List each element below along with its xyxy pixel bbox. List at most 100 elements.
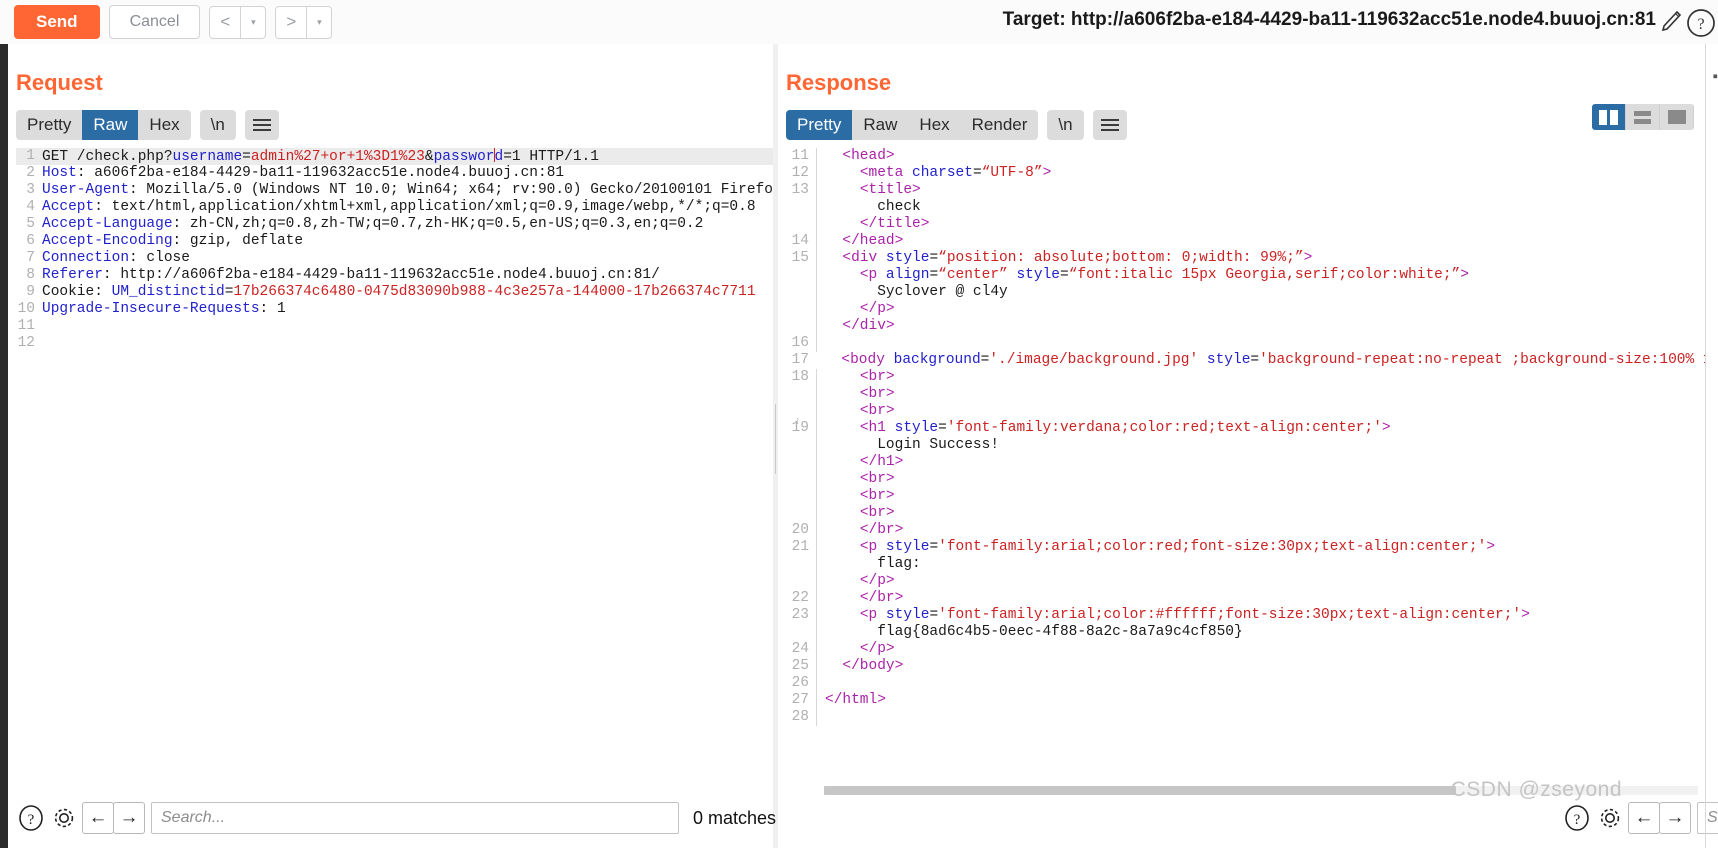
scrollbar-thumb[interactable] <box>824 786 1456 795</box>
line-number: 20 <box>791 522 809 538</box>
request-tab-hex[interactable]: Hex <box>138 110 190 140</box>
response-tab-hex[interactable]: Hex <box>908 110 960 140</box>
code-line[interactable]: ⁝ 19 <h1 style='font-family:verdana;color… <box>786 418 1706 437</box>
code-line[interactable]: check <box>786 199 1706 216</box>
code-line[interactable]: </div> <box>786 318 1706 335</box>
request-code-editor[interactable]: 1 GET /check.php?username=admin%27+or+1%3… <box>16 148 773 783</box>
code-line[interactable]: 8 Referer: http://a606f2ba-e184-4429-ba11… <box>16 267 773 284</box>
search-prev-button[interactable]: ← <box>1628 802 1660 834</box>
code-line[interactable]: 14 </head> <box>786 233 1706 250</box>
code-line[interactable]: 5 Accept-Language: zh-CN,zh;q=0.8,zh-TW;q… <box>16 216 773 233</box>
code-line[interactable]: 25 </body> <box>786 658 1706 675</box>
code-line[interactable]: 2 Host: a606f2ba-e184-4429-ba11-119632acc… <box>16 165 773 182</box>
code-text: check <box>877 199 921 215</box>
previous-request-button[interactable]: < ▾ <box>209 5 267 39</box>
code-line[interactable]: <p align=“center” style=“font:italic 15p… <box>786 267 1706 284</box>
code-line[interactable]: 28 <box>786 709 1706 726</box>
fold-marker-icon[interactable]: ⁝ <box>796 418 799 427</box>
code-line[interactable]: <br> <box>786 386 1706 403</box>
code-line[interactable]: 16 <box>786 335 1706 352</box>
chevron-left-icon[interactable]: < <box>210 7 240 38</box>
layout-split-horizontal-button[interactable] <box>1626 104 1660 130</box>
code-line[interactable]: 4 Accept: text/html,application/xhtml+xml… <box>16 199 773 216</box>
code-line[interactable]: flag{8ad6c4b5-0eec-4f88-8a2c-8a7a9c4cf85… <box>786 624 1706 641</box>
code-text: </body> <box>842 658 904 674</box>
code-line[interactable]: 17 <body background='./image/background.… <box>786 352 1706 369</box>
search-prev-button[interactable]: ← <box>82 802 114 834</box>
next-request-button[interactable]: > ▾ <box>275 5 333 39</box>
search-next-button[interactable]: → <box>1659 802 1691 834</box>
code-line[interactable]: 6 Accept-Encoding: gzip, deflate <box>16 233 773 250</box>
help-circle-icon[interactable]: ? <box>1562 803 1592 833</box>
code-line[interactable]: 1 GET /check.php?username=admin%27+or+1%3… <box>16 148 773 165</box>
response-panel-title: Response <box>786 70 892 95</box>
code-line[interactable]: 9 Cookie: UM_distinctid=17b266374c6480-04… <box>16 284 773 301</box>
code-line[interactable]: </h1> <box>786 454 1706 471</box>
code-text: <head> <box>842 148 895 164</box>
line-number: 28 <box>791 709 809 725</box>
code-line[interactable]: 3 User-Agent: Mozilla/5.0 (Windows NT 10.… <box>16 182 773 199</box>
response-newline-tab[interactable]: \n <box>1047 110 1084 140</box>
chevron-down-icon[interactable]: ▾ <box>241 7 265 38</box>
code-line[interactable]: 23 <p style='font-family:arial;color:#ff… <box>786 607 1706 624</box>
search-input[interactable] <box>151 802 679 834</box>
response-tab-pretty[interactable]: Pretty <box>786 110 853 140</box>
code-line[interactable]: <br> <box>786 488 1706 505</box>
code-line[interactable]: 12 <meta charset=“UTF-8”> <box>786 165 1706 182</box>
line-number: 22 <box>791 590 809 606</box>
code-line[interactable]: 7 Connection: close <box>16 250 773 267</box>
gutter-divider <box>816 709 817 726</box>
code-line[interactable]: 22 </br> <box>786 590 1706 607</box>
code-line[interactable]: <br> <box>786 403 1706 420</box>
code-line[interactable]: Login Success! <box>786 437 1706 454</box>
pencil-icon[interactable] <box>1660 10 1682 39</box>
code-line[interactable]: 26 <box>786 675 1706 692</box>
code-line[interactable]: </p> <box>786 573 1706 590</box>
code-line[interactable]: 24 </p> <box>786 641 1706 658</box>
request-newline-tab[interactable]: \n <box>199 110 236 140</box>
code-line[interactable]: </p> <box>786 301 1706 318</box>
gear-icon[interactable] <box>49 803 79 833</box>
code-text: <br> <box>859 403 895 419</box>
gear-icon[interactable] <box>1595 803 1625 833</box>
line-number: 23 <box>791 607 809 623</box>
code-line[interactable]: </title> <box>786 216 1706 233</box>
code-line[interactable]: 13 <title> <box>786 182 1706 199</box>
help-circle-icon[interactable]: ? <box>1686 8 1716 43</box>
code-line[interactable]: <br> <box>786 505 1706 522</box>
code-line[interactable]: 11 <head> <box>786 148 1706 165</box>
code-line[interactable]: <br> <box>786 471 1706 488</box>
code-line[interactable]: 18 <br> <box>786 369 1706 386</box>
line-number: 18 <box>791 369 809 385</box>
code-line[interactable]: 12 <box>16 335 773 352</box>
code-line[interactable]: Syclover @ cl4y <box>786 284 1706 301</box>
layout-split-vertical-button[interactable] <box>1592 104 1626 130</box>
response-horizontal-scrollbar[interactable] <box>824 786 1698 795</box>
hamburger-icon[interactable] <box>1092 110 1127 140</box>
code-text: Connection: close <box>42 250 190 266</box>
request-tab-raw[interactable]: Raw <box>82 110 139 140</box>
search-next-button[interactable]: → <box>113 802 145 834</box>
code-text: <br> <box>859 369 895 385</box>
code-line[interactable]: 10 Upgrade-Insecure-Requests: 1 <box>16 301 773 318</box>
code-line[interactable]: 11 <box>16 318 773 335</box>
send-button[interactable]: Send <box>14 5 100 39</box>
code-line[interactable]: 15 <div style=“position: absolute;bottom… <box>786 250 1706 267</box>
code-line[interactable]: 21 <p style='font-family:arial;color:red… <box>786 539 1706 556</box>
layout-single-pane-button[interactable] <box>1660 104 1694 130</box>
chevron-down-icon[interactable]: ▾ <box>307 7 331 38</box>
code-line[interactable]: 27 </html> <box>786 692 1706 709</box>
response-code-editor[interactable]: 11 <head> 12 <meta charset=“UTF-8”> 13 <ti… <box>786 148 1706 783</box>
code-text: Accept-Encoding: gzip, deflate <box>42 233 304 249</box>
help-circle-icon[interactable]: ? <box>16 803 46 833</box>
request-tab-pretty[interactable]: Pretty <box>16 110 82 140</box>
chevron-right-icon[interactable]: > <box>276 7 306 38</box>
search-input[interactable] <box>1697 802 1718 834</box>
gutter-divider <box>816 675 817 692</box>
hamburger-icon[interactable] <box>244 110 279 140</box>
response-tab-raw[interactable]: Raw <box>852 110 908 140</box>
code-line[interactable]: 20 </br> <box>786 522 1706 539</box>
response-tab-render[interactable]: Render <box>961 110 1039 140</box>
cancel-button[interactable]: Cancel <box>108 5 201 39</box>
code-line[interactable]: flag: <box>786 556 1706 573</box>
